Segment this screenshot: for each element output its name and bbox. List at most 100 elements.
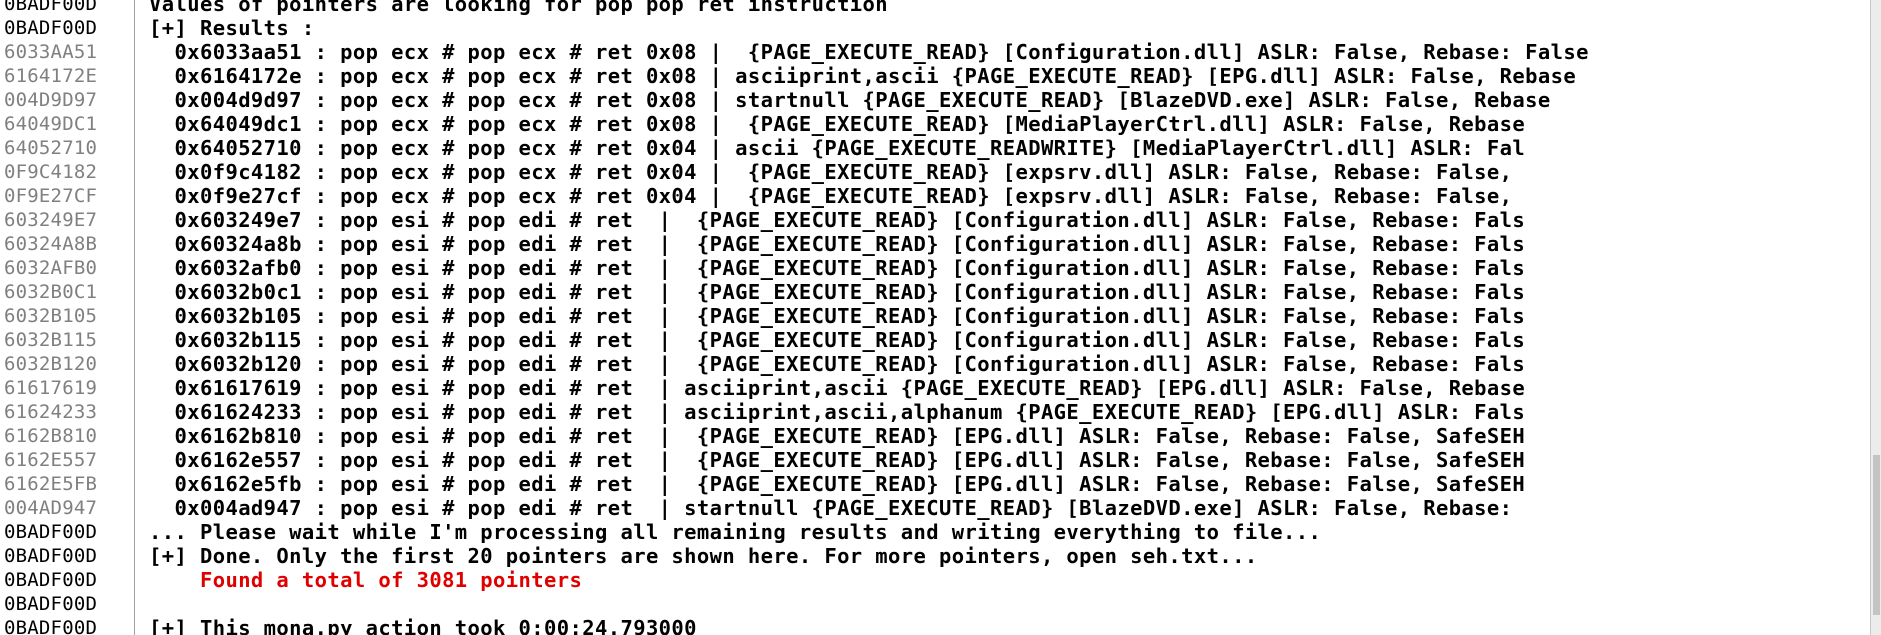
log-row[interactable]: 6162B810 0x6162b810 : pop esi # pop edi …: [0, 424, 1871, 448]
log-message: 0x6032b120 : pop esi # pop edi # ret | {…: [149, 352, 1526, 376]
column-divider: [134, 184, 149, 208]
log-row[interactable]: 64049DC1 0x64049dc1 : pop ecx # pop ecx …: [0, 112, 1871, 136]
log-row[interactable]: 0BADF00D Values of pointers are looking f…: [0, 0, 1871, 16]
log-message: 0x60324a8b : pop esi # pop edi # ret | {…: [149, 232, 1526, 256]
column-divider: [134, 160, 149, 184]
column-divider: [134, 616, 149, 635]
log-row[interactable]: 6162E5FB 0x6162e5fb : pop esi # pop edi …: [0, 472, 1871, 496]
log-row[interactable]: 004D9D97 0x004d9d97 : pop ecx # pop ecx …: [0, 88, 1871, 112]
log-row[interactable]: 6032B115 0x6032b115 : pop esi # pop edi …: [0, 328, 1871, 352]
log-message: 0x61624233 : pop esi # pop edi # ret | a…: [149, 400, 1526, 424]
log-address: 0BADF00D: [4, 17, 98, 39]
column-divider: [134, 280, 149, 304]
column-divider: [134, 496, 149, 520]
column-divider: [134, 448, 149, 472]
log-address: 64052710: [4, 137, 98, 159]
log-message: [+] Results :: [149, 16, 315, 40]
log-address: 6162B810: [4, 425, 98, 447]
column-divider: [134, 328, 149, 352]
column-divider: [134, 136, 149, 160]
column-divider: [134, 568, 149, 592]
log-row[interactable]: 6032B120 0x6032b120 : pop esi # pop edi …: [0, 352, 1871, 376]
log-message: [+] Done. Only the first 20 pointers are…: [149, 544, 1258, 568]
log-message: Found a total of 3081 pointers: [149, 568, 583, 592]
log-message: 0x0f9e27cf : pop ecx # pop ecx # ret 0x0…: [149, 184, 1513, 208]
log-address: 6032AFB0: [4, 257, 98, 279]
log-row[interactable]: 0BADF00D [+] This mona.py action took 0:0…: [0, 616, 1871, 635]
log-address: 60324A8B: [4, 233, 98, 255]
log-row[interactable]: 004AD947 0x004ad947 : pop esi # pop edi …: [0, 496, 1871, 520]
log-row[interactable]: 6033AA51 0x6033aa51 : pop ecx # pop ecx …: [0, 40, 1871, 64]
column-divider: [134, 0, 149, 16]
log-message: 0x0f9c4182 : pop ecx # pop ecx # ret 0x0…: [149, 160, 1513, 184]
log-message: 0x6032b105 : pop esi # pop edi # ret | {…: [149, 304, 1526, 328]
log-row[interactable]: 61617619 0x61617619 : pop esi # pop edi …: [0, 376, 1871, 400]
log-row[interactable]: 60324A8B 0x60324a8b : pop esi # pop edi …: [0, 232, 1871, 256]
log-address: 6033AA51: [4, 41, 98, 63]
log-address: 603249E7: [4, 209, 98, 231]
column-divider: [134, 400, 149, 424]
log-message: [+] This mona.py action took 0:00:24.793…: [149, 616, 697, 635]
column-divider: [134, 544, 149, 568]
log-address: 6164172E: [4, 65, 98, 87]
log-message: ... Please wait while I'm processing all…: [149, 520, 1322, 544]
log-message: [149, 592, 1871, 616]
log-row[interactable]: 6032B0C1 0x6032b0c1 : pop esi # pop edi …: [0, 280, 1871, 304]
log-message: 0x004d9d97 : pop ecx # pop ecx # ret 0x0…: [149, 88, 1551, 112]
column-divider: [134, 472, 149, 496]
log-row[interactable]: 0BADF00D: [0, 592, 1871, 616]
log-message: 0x6162e557 : pop esi # pop edi # ret | {…: [149, 448, 1526, 472]
log-address: 0F9C4182: [4, 161, 98, 183]
log-row[interactable]: 0BADF00D Found a total of 3081 pointers: [0, 568, 1871, 592]
log-address: 6162E557: [4, 449, 98, 471]
log-address: 6032B0C1: [4, 281, 98, 303]
log-row[interactable]: 603249E7 0x603249e7 : pop esi # pop edi …: [0, 208, 1871, 232]
log-message: 0x6032b115 : pop esi # pop edi # ret | {…: [149, 328, 1526, 352]
column-divider: [134, 256, 149, 280]
log-message: 0x64049dc1 : pop ecx # pop ecx # ret 0x0…: [149, 112, 1526, 136]
log-message: 0x6032b0c1 : pop esi # pop edi # ret | {…: [149, 280, 1526, 304]
column-divider: [134, 376, 149, 400]
log-address: 0BADF00D: [4, 0, 98, 15]
vertical-scrollbar[interactable]: [1870, 0, 1881, 635]
log-address: 0BADF00D: [4, 521, 98, 543]
log-row[interactable]: 64052710 0x64052710 : pop ecx # pop ecx …: [0, 136, 1871, 160]
log-message: 0x6162b810 : pop esi # pop edi # ret | {…: [149, 424, 1526, 448]
log-address: 61624233: [4, 401, 98, 423]
column-divider: [134, 592, 149, 616]
log-row[interactable]: 6162E557 0x6162e557 : pop esi # pop edi …: [0, 448, 1871, 472]
column-divider: [134, 232, 149, 256]
log-row[interactable]: 61624233 0x61624233 : pop esi # pop edi …: [0, 400, 1871, 424]
log-message: 0x6164172e : pop ecx # pop ecx # ret 0x0…: [149, 64, 1577, 88]
log-row[interactable]: 6164172E 0x6164172e : pop ecx # pop ecx …: [0, 64, 1871, 88]
log-message: 0x6162e5fb : pop esi # pop edi # ret | {…: [149, 472, 1526, 496]
log-address: 6162E5FB: [4, 473, 98, 495]
log-address: 0BADF00D: [4, 569, 98, 591]
log-row[interactable]: 0BADF00D ... Please wait while I'm proces…: [0, 520, 1871, 544]
column-divider: [134, 16, 149, 40]
log-message: 0x61617619 : pop esi # pop edi # ret | a…: [149, 376, 1526, 400]
column-divider: [134, 352, 149, 376]
log-message: 0x6033aa51 : pop ecx # pop ecx # ret 0x0…: [149, 40, 1589, 64]
log-lines: 0BADF00D Values of pointers are looking f…: [0, 0, 1871, 635]
log-message: 0x603249e7 : pop esi # pop edi # ret | {…: [149, 208, 1526, 232]
log-address: 61617619: [4, 377, 98, 399]
log-row[interactable]: 0F9C4182 0x0f9c4182 : pop ecx # pop ecx …: [0, 160, 1871, 184]
log-address: 0BADF00D: [4, 593, 98, 615]
log-row[interactable]: 0BADF00D [+] Done. Only the first 20 poin…: [0, 544, 1871, 568]
log-window[interactable]: 0BADF00D Values of pointers are looking f…: [0, 0, 1881, 635]
log-message: Values of pointers are looking for pop p…: [149, 0, 889, 16]
log-address: 0BADF00D: [4, 617, 98, 635]
log-address: 004D9D97: [4, 89, 98, 111]
log-row[interactable]: 6032AFB0 0x6032afb0 : pop esi # pop edi …: [0, 256, 1871, 280]
log-row[interactable]: 0F9E27CF 0x0f9e27cf : pop ecx # pop ecx …: [0, 184, 1871, 208]
scrollbar-thumb[interactable]: [1873, 455, 1880, 615]
column-divider: [134, 64, 149, 88]
log-message: 0x6032afb0 : pop esi # pop edi # ret | {…: [149, 256, 1526, 280]
log-row[interactable]: 0BADF00D [+] Results :: [0, 16, 1871, 40]
log-row[interactable]: 6032B105 0x6032b105 : pop esi # pop edi …: [0, 304, 1871, 328]
log-address: 6032B115: [4, 329, 98, 351]
log-address: 64049DC1: [4, 113, 98, 135]
log-address: 6032B120: [4, 353, 98, 375]
log-message: 0x004ad947 : pop esi # pop edi # ret | s…: [149, 496, 1513, 520]
